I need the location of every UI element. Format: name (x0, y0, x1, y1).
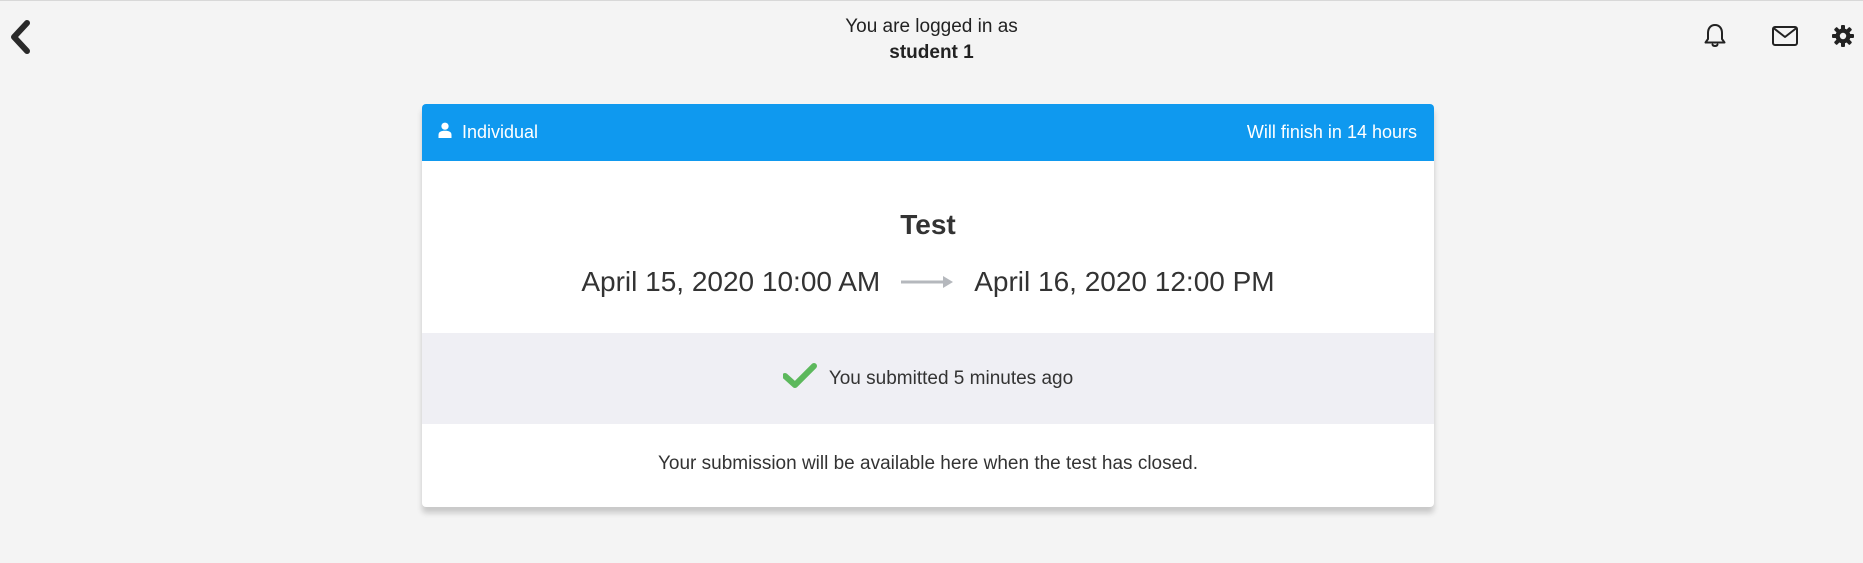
test-card: Individual Will finish in 14 hours Test … (422, 104, 1434, 507)
date-range: April 15, 2020 10:00 AM April 16, 2020 1… (422, 265, 1434, 299)
gear-icon (1831, 24, 1855, 53)
user-icon (438, 122, 452, 143)
test-title: Test (900, 209, 956, 240)
user-name: student 1 (889, 42, 974, 63)
mode-indicator: Individual (438, 122, 538, 143)
test-info: Test April 15, 2020 10:00 AM April 16, 2… (422, 161, 1434, 333)
login-prefix: You are logged in as (845, 16, 1018, 37)
submitted-text: You submitted 5 minutes ago (828, 367, 1074, 389)
end-date: April 16, 2020 12:00 PM (974, 266, 1275, 297)
submission-status: You submitted 5 minutes ago (422, 333, 1434, 424)
time-remaining: Will finish in 14 hours (1246, 122, 1417, 142)
card-header: Individual Will finish in 14 hours (422, 104, 1434, 161)
mode-label: Individual (462, 122, 539, 142)
bell-icon (1703, 23, 1727, 54)
start-date: April 15, 2020 10:00 AM (581, 266, 881, 297)
envelope-icon (1771, 25, 1799, 52)
availability-text: Your submission will be available here w… (657, 452, 1199, 474)
checkmark-icon (781, 362, 817, 395)
arrow-right-icon (900, 275, 954, 289)
login-info: You are logged in as student 1 (0, 14, 1863, 66)
settings-button[interactable] (1827, 23, 1859, 53)
availability-notice: Your submission will be available here w… (422, 424, 1434, 507)
messages-button[interactable] (1769, 23, 1801, 53)
notifications-button[interactable] (1699, 23, 1731, 53)
